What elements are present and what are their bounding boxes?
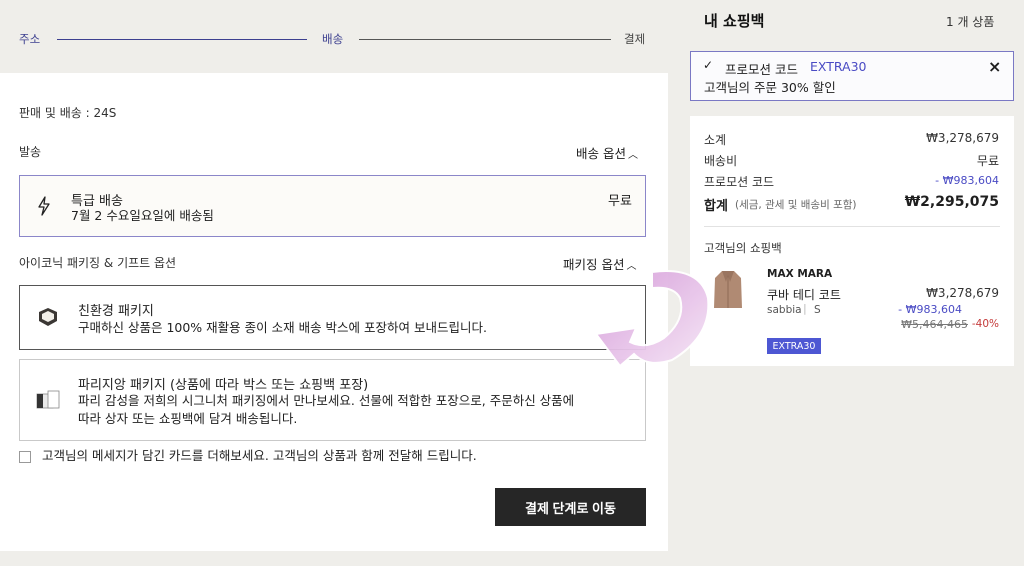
promo-discount-label: 프로모션 코드 bbox=[704, 175, 775, 189]
eco-box-icon bbox=[36, 306, 60, 332]
parisian-desc-1: 파리 감성을 저희의 시그니처 패키징에서 만나보세요. 선물에 적합한 포장으… bbox=[78, 393, 575, 408]
item-size: S bbox=[814, 304, 821, 316]
total-value: ₩2,295,075 bbox=[904, 194, 999, 210]
item-discount-pct: -40% bbox=[971, 318, 999, 330]
proceed-to-payment-button[interactable]: 결제 단계로 이동 bbox=[495, 488, 646, 526]
express-date: 7월 2 수요일요일에 배송됨 bbox=[71, 208, 214, 223]
promo-code: EXTRA30 bbox=[810, 59, 867, 74]
promo-desc: 고객님의 주문 30% 할인 bbox=[704, 80, 836, 95]
total-label: 합계 bbox=[704, 199, 728, 214]
promo-discount-value: - ₩983,604 bbox=[935, 174, 999, 187]
shipping-options-toggle[interactable]: 배송 옵션 ︿ bbox=[576, 143, 638, 162]
close-icon[interactable]: × bbox=[988, 57, 1001, 76]
shipping-options-label: 배송 옵션 bbox=[576, 146, 626, 161]
curved-arrow-overlay-icon bbox=[594, 270, 710, 368]
step-payment: 결제 bbox=[624, 32, 646, 46]
item-name[interactable]: 쿠바 테디 코트 bbox=[767, 286, 841, 303]
bag-items-title: 고객님의 쇼핑백 bbox=[704, 241, 782, 255]
item-price: ₩3,278,679 bbox=[926, 286, 999, 300]
parisian-desc-2: 따라 상자 또는 쇼핑백에 담겨 배송됩니다. bbox=[78, 411, 298, 426]
item-color: sabbia bbox=[767, 304, 802, 316]
step-line-1 bbox=[57, 39, 307, 40]
total-note: (세금, 관세 및 배송비 포함) bbox=[735, 199, 857, 211]
express-price: 무료 bbox=[608, 194, 632, 209]
promo-label: 프로모션 코드 bbox=[725, 62, 798, 77]
promo-code-box: ✓ 프로모션 코드 EXTRA30 고객님의 주문 30% 할인 × bbox=[690, 51, 1014, 101]
gift-box-icon bbox=[34, 388, 62, 416]
item-original-price: ₩5,464,465 bbox=[901, 318, 968, 331]
chevron-up-icon: ︿ bbox=[627, 150, 638, 161]
eco-package-card[interactable]: 친환경 패키지 구매하신 상품은 100% 재활용 종이 소재 배송 박스에 포… bbox=[19, 285, 646, 350]
eco-desc: 구매하신 상품은 100% 재활용 종이 소재 배송 박스에 포장하여 보내드립… bbox=[78, 320, 487, 335]
summary-divider bbox=[704, 226, 1000, 227]
item-separator: | bbox=[803, 302, 807, 315]
promo-badge: EXTRA30 bbox=[767, 338, 821, 354]
parisian-package-card[interactable]: 파리지앙 패키지 (상품에 따라 박스 또는 쇼핑백 포장) 파리 감성을 저희… bbox=[19, 359, 646, 441]
dispatch-label: 발송 bbox=[19, 145, 42, 159]
bag-count: 1 개 상품 bbox=[946, 15, 995, 29]
shipping-fee-label: 배송비 bbox=[704, 154, 738, 168]
gift-card-text: 고객님의 메세지가 담긴 카드를 더해보세요. 고객님의 상품과 함께 전달해 … bbox=[42, 448, 477, 463]
shipping-fee-value: 무료 bbox=[976, 154, 999, 168]
step-address[interactable]: 주소 bbox=[19, 31, 40, 47]
lightning-icon bbox=[37, 196, 51, 220]
subtotal-label: 소계 bbox=[704, 133, 727, 147]
eco-title: 친환경 패키지 bbox=[78, 304, 154, 319]
check-icon: ✓ bbox=[703, 58, 714, 72]
order-summary: 소계 ₩3,278,679 배송비 무료 프로모션 코드 - ₩983,604 … bbox=[690, 116, 1014, 366]
item-brand: MAX MARA bbox=[767, 268, 833, 280]
bag-title: 내 쇼핑백 bbox=[704, 12, 765, 30]
gift-card-checkbox[interactable] bbox=[19, 451, 31, 463]
packaging-label: 아이코닉 패키징 & 기프트 옵션 bbox=[19, 256, 177, 270]
step-line-2 bbox=[359, 39, 611, 40]
step-shipping: 배송 bbox=[322, 32, 344, 46]
express-shipping-card[interactable]: 특급 배송 7월 2 수요일요일에 배송됨 무료 bbox=[19, 175, 646, 237]
subtotal-value: ₩3,278,679 bbox=[926, 131, 999, 145]
seller-info: 판매 및 배송 : 24S bbox=[19, 106, 117, 120]
item-discount: - ₩983,604 bbox=[898, 303, 962, 316]
